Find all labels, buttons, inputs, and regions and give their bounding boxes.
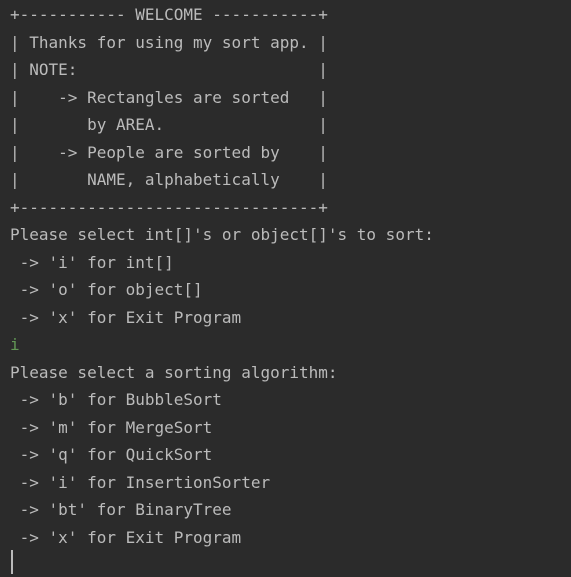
run-console-output[interactable]: +----------- WELCOME -----------+ | Than… xyxy=(0,0,571,577)
option-bubble-sort: -> 'b' for BubbleSort xyxy=(10,390,222,409)
welcome-box-people-line: | -> People are sorted by | xyxy=(10,142,328,162)
option-object-array: -> 'o' for object[] xyxy=(10,280,203,299)
option-exit-program: -> 'x' for Exit Program xyxy=(10,307,242,327)
welcome-box-name-line: | NAME, alphabetically | xyxy=(10,170,328,189)
array-type-prompt: Please select int[]'s or object[]'s to s… xyxy=(10,225,434,244)
option-binary-tree: -> 'bt' for BinaryTree xyxy=(10,500,232,519)
user-input-echo: i xyxy=(10,335,20,354)
welcome-box-rectangles-line: | -> Rectangles are sorted | xyxy=(10,87,328,107)
welcome-box-area-line: | by AREA. | xyxy=(10,115,328,134)
option-exit-program-2: -> 'x' for Exit Program xyxy=(10,527,242,547)
text-input-caret[interactable] xyxy=(11,550,13,574)
welcome-box-thanks-line: | Thanks for using my sort app. | xyxy=(10,32,328,52)
option-quick-sort: -> 'q' for QuickSort xyxy=(10,445,213,464)
option-merge-sort: -> 'm' for MergeSort xyxy=(10,417,213,437)
option-insertion-sorter: -> 'i' for InsertionSorter xyxy=(10,472,271,492)
welcome-box-top-border: +----------- WELCOME -----------+ xyxy=(10,5,328,24)
welcome-box-bottom-border: +-------------------------------+ xyxy=(10,197,328,217)
algorithm-prompt: Please select a sorting algorithm: xyxy=(10,362,338,382)
option-int-array: -> 'i' for int[] xyxy=(10,252,174,272)
welcome-box-note-line: | NOTE: | xyxy=(10,60,328,79)
